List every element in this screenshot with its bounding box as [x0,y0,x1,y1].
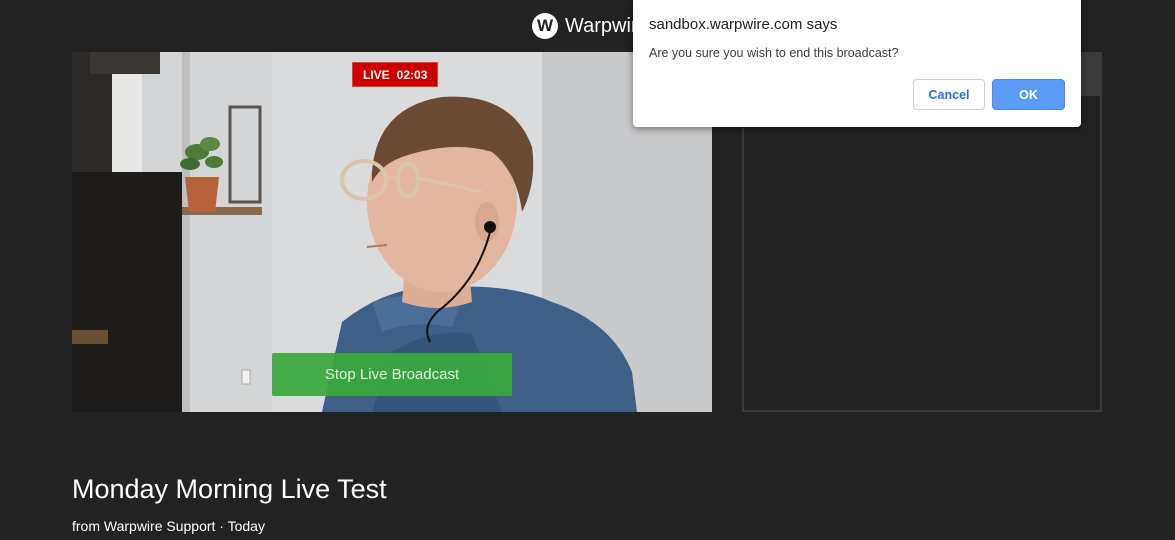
video-meta: from Warpwire Support · Today [72,518,265,534]
dialog-title: sandbox.warpwire.com says [649,16,838,33]
elapsed-time: 02:03 [396,67,428,82]
live-label: LIVE [363,67,390,82]
dialog-message: Are you sure you wish to end this broadc… [649,46,899,60]
brand[interactable]: W Warpwire [532,12,649,40]
stop-live-broadcast-button[interactable]: Stop Live Broadcast [272,353,512,396]
cancel-button[interactable]: Cancel [913,79,985,110]
video-player[interactable]: LIVE 02:03 Stop Live Broadcast [72,52,712,412]
live-badge: LIVE 02:03 [352,62,439,87]
ok-button[interactable]: OK [992,79,1065,110]
confirm-dialog: sandbox.warpwire.com says Are you sure y… [633,0,1081,127]
warpwire-logo-icon: W [532,13,558,39]
page: W Warpwire LIVE 02:03 Stop Live Broadcas… [0,0,1175,540]
video-title: Monday Morning Live Test [72,474,387,504]
